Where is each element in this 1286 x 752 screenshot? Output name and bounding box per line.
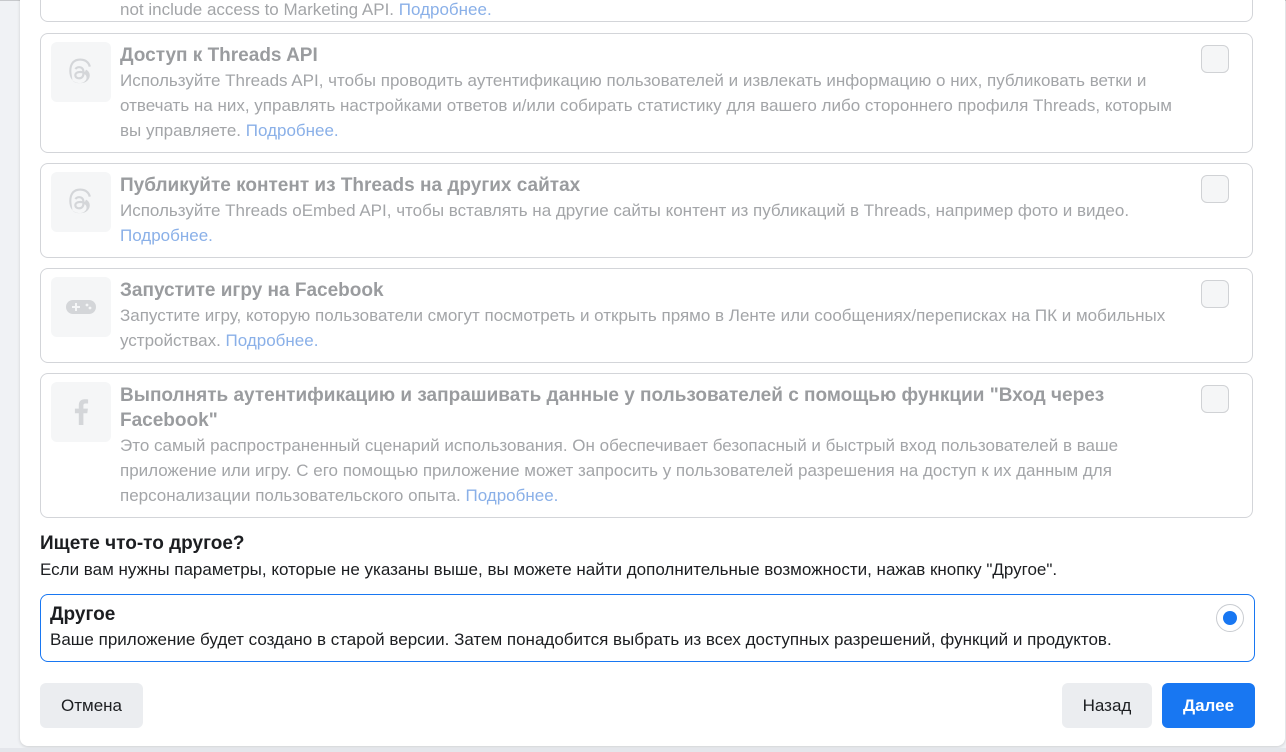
card-description: not include access to Marketing API. Под… (120, 0, 492, 19)
use-case-card-threads-oembed[interactable]: Публикуйте контент из Threads на других … (40, 163, 1253, 258)
threads-icon (69, 188, 91, 214)
card-description: Это самый распространенный сценарий испо… (120, 436, 1119, 505)
back-button[interactable]: Назад (1062, 683, 1152, 728)
use-case-card-marketing[interactable]: not include access to Marketing API. Под… (40, 0, 1253, 22)
card-icon-box (51, 42, 111, 102)
other-option-description: Ваше приложение будет создано в старой в… (50, 630, 1112, 649)
use-case-card-facebook-login[interactable]: Выполнять аутентификацию и запрашивать д… (40, 373, 1253, 518)
facebook-icon (74, 399, 89, 425)
gamepad-icon (66, 300, 96, 314)
card-title: Доступ к Threads API (120, 45, 318, 66)
card-checkbox[interactable] (1201, 45, 1229, 73)
other-option-card[interactable]: Другое Ваше приложение будет создано в с… (40, 594, 1255, 662)
card-description: Используйте Threads oEmbed API, чтобы вс… (120, 201, 1130, 245)
other-option-title: Другое (50, 604, 116, 625)
card-description: Запустите игру, которую пользователи смо… (120, 306, 1166, 350)
radio-selected-dot (1223, 611, 1237, 625)
card-checkbox[interactable] (1201, 385, 1229, 413)
other-option-radio[interactable] (1216, 604, 1244, 632)
cancel-button[interactable]: Отмена (40, 683, 143, 728)
card-checkbox[interactable] (1201, 280, 1229, 308)
use-case-card-threads-api[interactable]: Доступ к Threads API Используйте Threads… (40, 33, 1253, 153)
card-icon-box (51, 277, 111, 337)
next-button[interactable]: Далее (1162, 683, 1255, 728)
learn-more-link[interactable]: Подробнее. (246, 121, 339, 140)
threads-icon (69, 58, 91, 84)
learn-more-link[interactable]: Подробнее. (399, 0, 492, 19)
other-section-title: Ищете что-то другое? (40, 533, 245, 554)
page-bottom-strip (0, 748, 1286, 752)
card-icon-box (51, 172, 111, 232)
card-checkbox[interactable] (1201, 175, 1229, 203)
other-section-subtitle: Если вам нужны параметры, которые не ука… (40, 560, 1058, 579)
card-description: Используйте Threads API, чтобы проводить… (120, 71, 1172, 140)
card-title: Выполнять аутентификацию и запрашивать д… (120, 385, 1105, 431)
learn-more-link[interactable]: Подробнее. (466, 486, 559, 505)
card-icon-box (51, 382, 111, 442)
learn-more-link[interactable]: Подробнее. (226, 331, 319, 350)
card-title: Запустите игру на Facebook (120, 280, 384, 301)
card-title: Публикуйте контент из Threads на других … (120, 175, 581, 196)
use-case-card-facebook-game[interactable]: Запустите игру на Facebook Запустите игр… (40, 268, 1253, 363)
learn-more-link[interactable]: Подробнее. (120, 226, 213, 245)
